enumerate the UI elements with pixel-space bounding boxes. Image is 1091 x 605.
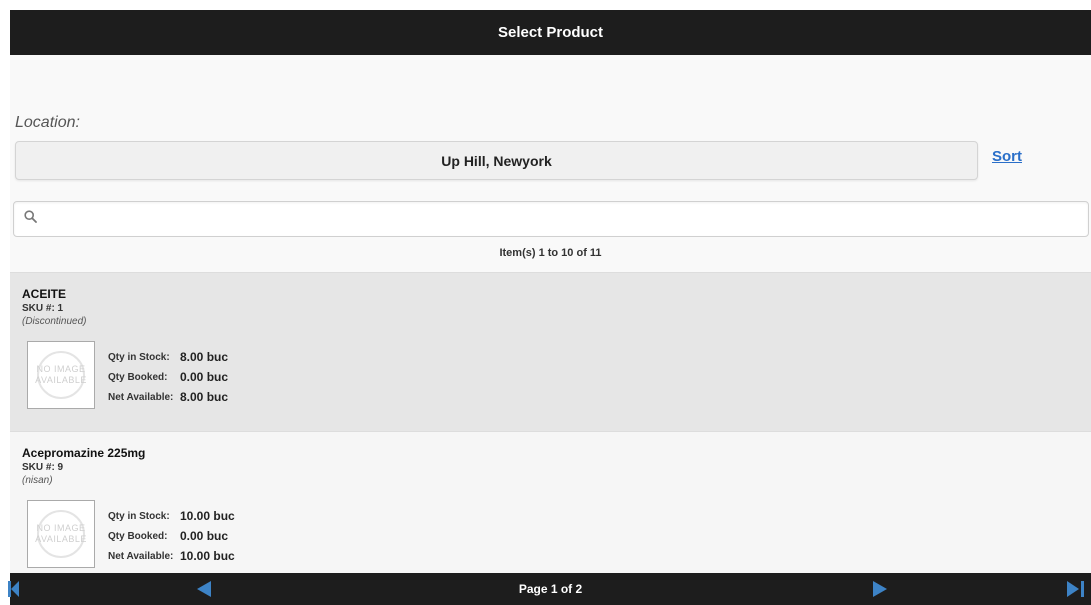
product-status: (nisan)	[22, 475, 53, 486]
location-value: Up Hill, Newyork	[441, 152, 552, 169]
no-image-placeholder: NO IMAGE AVAILABLE	[27, 500, 95, 568]
sort-link[interactable]: Sort	[992, 148, 1022, 165]
qty-booked-label: Qty Booked:	[108, 530, 168, 542]
list-item[interactable]: Acepromazine 225mg SKU #: 9 (nisan) NO I…	[10, 431, 1091, 573]
product-name: ACEITE	[22, 287, 67, 301]
search-icon	[24, 210, 37, 228]
first-page-icon	[8, 579, 20, 599]
quantity-info: Qty in Stock: 8.00 buc Qty Booked: 0.00 …	[108, 347, 228, 407]
net-available-label: Net Available:	[108, 391, 174, 403]
header-bar: Select Product	[10, 10, 1091, 55]
next-page-button[interactable]	[873, 579, 887, 599]
product-sku: SKU #: 9	[22, 462, 64, 473]
prev-page-button[interactable]	[197, 579, 211, 599]
location-label: Location:	[15, 114, 80, 131]
qty-booked-value: 0.00 buc	[180, 370, 229, 384]
last-page-button[interactable]	[1067, 579, 1087, 599]
last-page-icon	[1067, 579, 1087, 599]
search-field[interactable]	[13, 201, 1089, 237]
search-input[interactable]	[45, 204, 1088, 234]
no-image-text: NO IMAGE	[36, 523, 86, 533]
product-name: Acepromazine 225mg	[22, 446, 146, 460]
qty-in-stock-label: Qty in Stock:	[108, 510, 170, 522]
prev-page-icon	[197, 579, 211, 599]
net-available-value: 10.00 buc	[180, 549, 235, 563]
qty-in-stock-value: 8.00 buc	[180, 350, 229, 364]
quantity-info: Qty in Stock: 10.00 buc Qty Booked: 0.00…	[108, 506, 235, 566]
pagination-bar: Page 1 of 2	[8, 573, 1091, 605]
net-available-value: 8.00 buc	[180, 390, 229, 404]
location-select[interactable]: Up Hill, Newyork	[15, 141, 978, 180]
list-item[interactable]: ACEITE SKU #: 1 (Discontinued) NO IMAGE …	[10, 272, 1091, 431]
next-page-icon	[873, 579, 887, 599]
no-image-text: NO IMAGE	[36, 364, 86, 374]
item-count: Item(s) 1 to 10 of 11	[499, 247, 602, 259]
qty-booked-label: Qty Booked:	[108, 371, 168, 383]
page-indicator: Page 1 of 2	[518, 582, 583, 596]
no-image-text: AVAILABLE	[35, 534, 87, 544]
product-status: (Discontinued)	[22, 316, 87, 327]
qty-booked-value: 0.00 buc	[180, 529, 229, 543]
product-sku: SKU #: 1	[22, 303, 64, 314]
no-image-text: AVAILABLE	[35, 375, 87, 385]
qty-in-stock-label: Qty in Stock:	[108, 351, 170, 363]
first-page-button[interactable]	[8, 579, 20, 599]
main-content: Location: Up Hill, Newyork Sort Item(s) …	[10, 55, 1091, 573]
net-available-label: Net Available:	[108, 550, 174, 562]
product-list: ACEITE SKU #: 1 (Discontinued) NO IMAGE …	[10, 272, 1091, 573]
page-title: Select Product	[497, 24, 604, 41]
no-image-placeholder: NO IMAGE AVAILABLE	[27, 341, 95, 409]
qty-in-stock-value: 10.00 buc	[180, 509, 235, 523]
